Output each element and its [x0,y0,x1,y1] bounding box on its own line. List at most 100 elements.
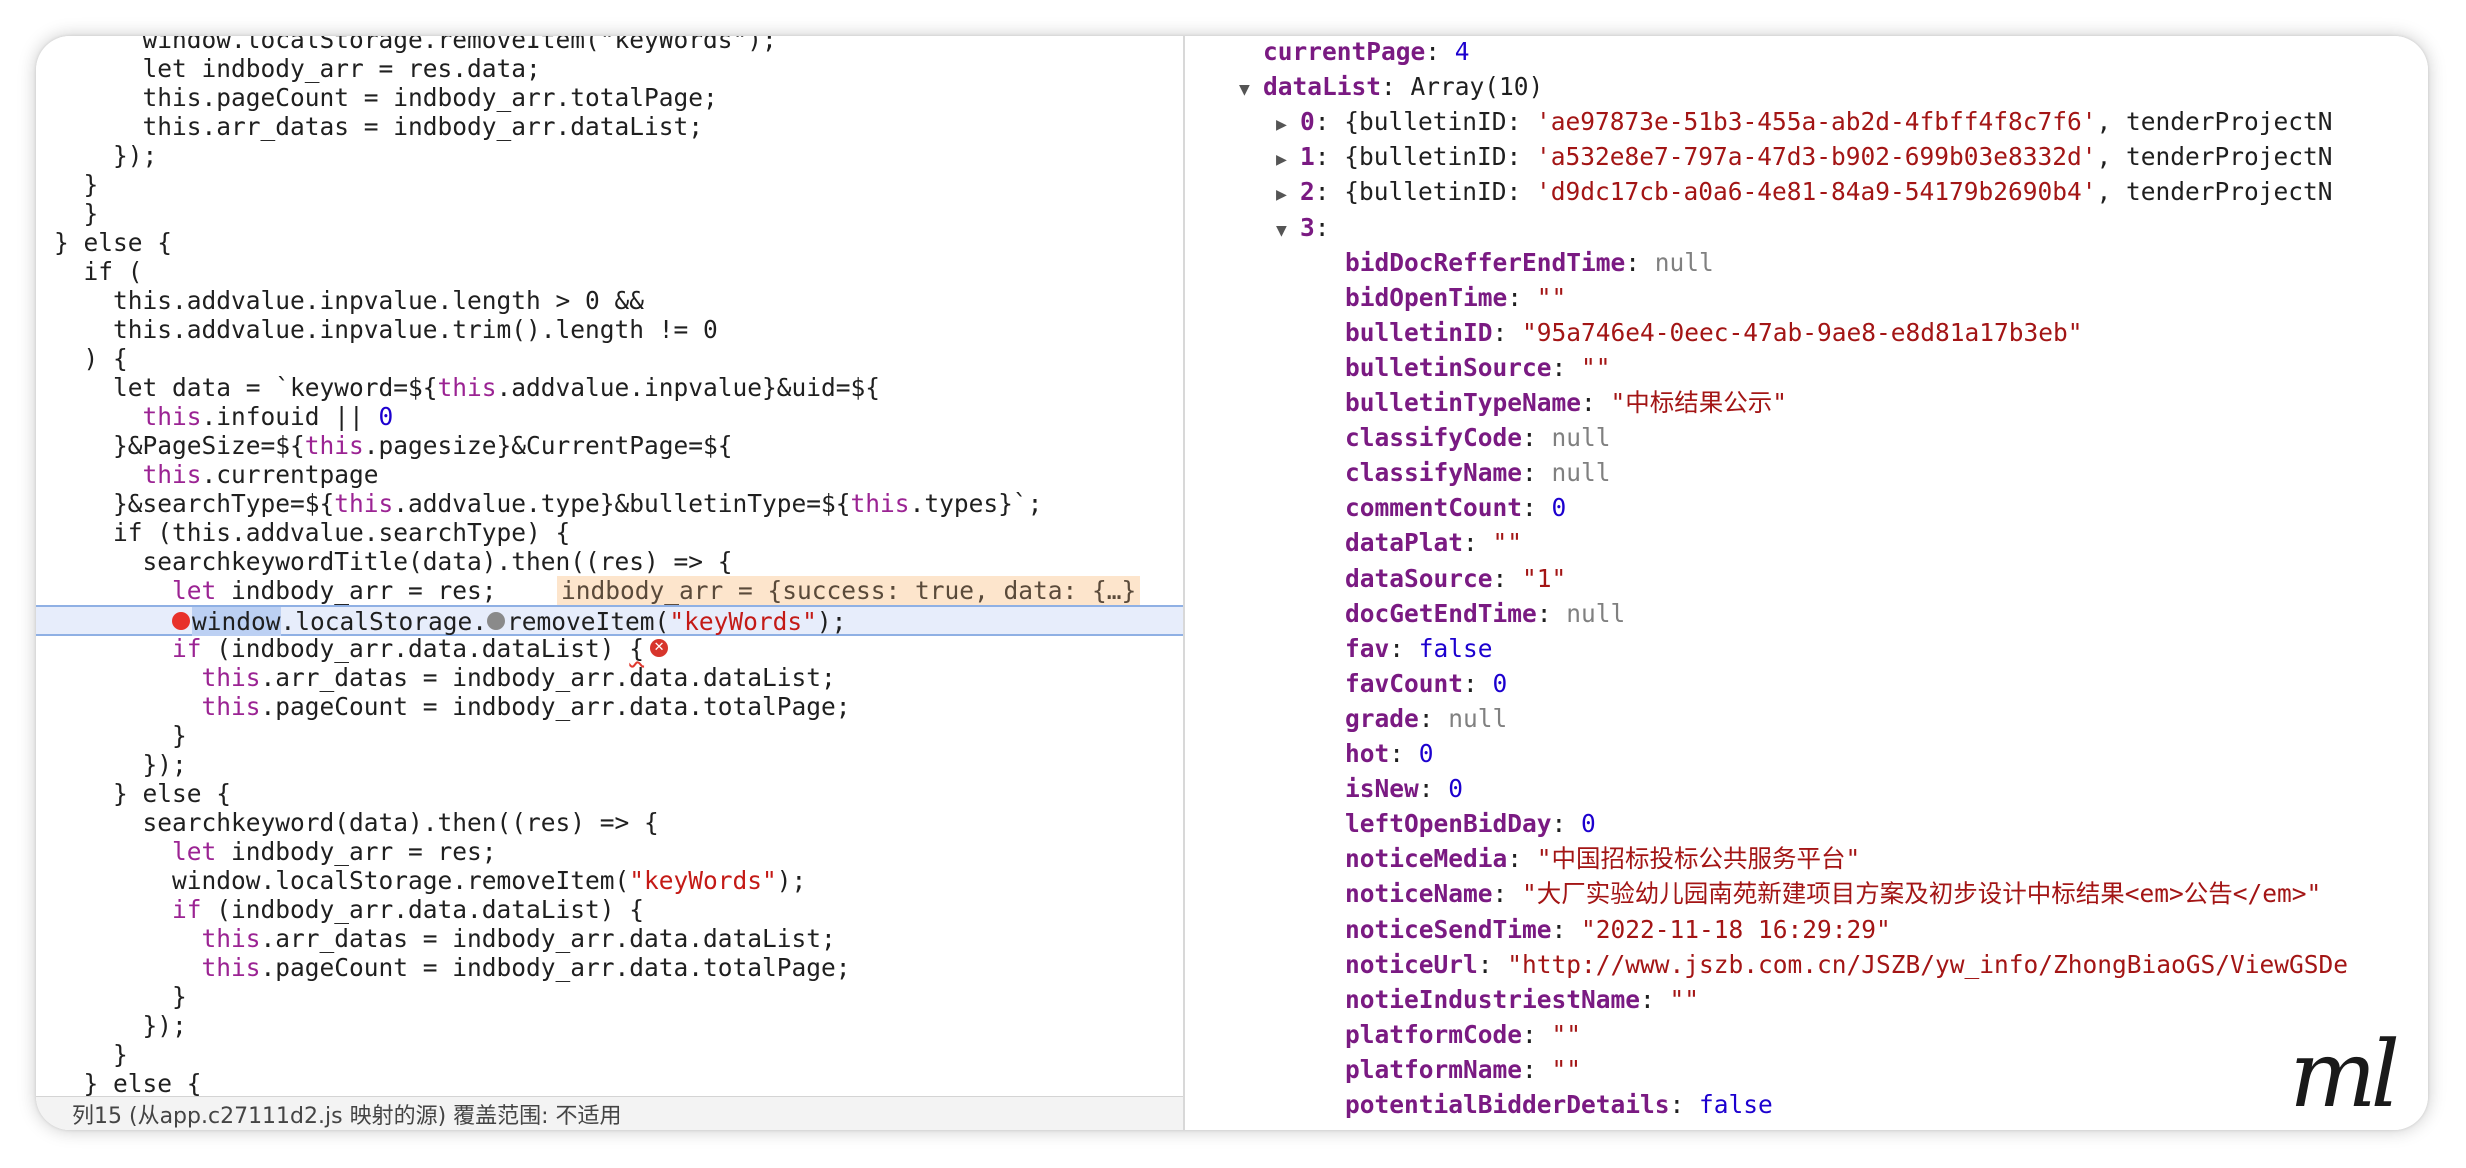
scope-tree-node[interactable]: ▶ 1: {bulletinID: 'a532e8e7-797a-47d3-b90… [1276,139,2333,174]
property-key: 1 [1300,142,1315,171]
code-line[interactable]: if (indbody_arr.data.dataList) {✕ [36,634,1183,663]
code-token: searchkeyword(data).then((res) => { [54,808,659,837]
property-key: bulletinID [1345,318,1493,347]
code-line[interactable]: } [36,721,1183,750]
property-key: 2 [1300,177,1315,206]
error-icon[interactable]: ✕ [650,639,669,657]
code-line[interactable]: let indbody_arr = res.data; [36,54,1183,83]
code-token: ); [816,607,847,636]
code-line[interactable]: }&PageSize=${this.pagesize}&CurrentPage=… [36,431,1183,460]
code-line[interactable]: } [36,170,1183,199]
code-line[interactable]: this.arr_datas = indbody_arr.dataList; [36,112,1183,141]
code-line[interactable]: }); [36,1011,1183,1040]
code-token: (indbody_arr.data.dataList) { [201,895,645,924]
property-key: fav [1345,634,1390,663]
devtools-window: window.localStorage.removeItem("keyWords… [36,36,2428,1130]
code-line[interactable]: this.infouid || 0 [36,402,1183,431]
scope-tree-node[interactable]: ▶ 2: {bulletinID: 'd9dc17cb-a0a6-4e81-84a… [1276,174,2333,209]
property-value: "" [1551,1020,1582,1049]
editor-status-bar: 列15 (从app.c27111d2.js 映射的源) 覆盖范围: 不适用 [36,1096,1183,1130]
code-token: .addvalue.inpvalue}&uid=${ [496,373,881,402]
property-value: 'd9dc17cb-a0a6-4e81-84a9-54179b2690b4' [1536,177,2097,206]
code-line[interactable]: if ( [36,257,1183,286]
property-value: : [1492,564,1523,593]
property-key: bulletinTypeName [1345,388,1582,417]
collapsed-triangle-icon[interactable]: ▶ [1276,177,1300,212]
code-line[interactable]: let indbody_arr = res; indbody_arr = {suc… [36,576,1183,605]
code-line[interactable]: searchkeyword(data).then((res) => { [36,808,1183,837]
inline-breakpoint-icon[interactable] [487,612,506,630]
breakpoint-icon[interactable] [172,612,191,630]
code-line[interactable]: this.pageCount = indbody_arr.totalPage; [36,83,1183,112]
property-value: "" [1581,353,1611,382]
scope-panel[interactable]: currentPage: 4 ▼ dataList: Array(10) ▶ 0: {b… [1185,36,2428,1130]
property-value: 0 [1418,739,1434,768]
code-token: .pageCount = indbody_arr.data.totalPage; [260,692,851,721]
property-key: platformName [1345,1055,1523,1084]
expanded-triangle-icon[interactable]: ▼ [1239,72,1263,107]
collapsed-triangle-icon[interactable]: ▶ [1276,107,1300,142]
code-token: { [629,634,645,663]
scope-property: hot: 0 [1345,736,1434,771]
code-token: searchkeywordTitle(data).then((res) => { [54,547,733,576]
code-line[interactable]: } [36,199,1183,228]
scope-property: noticeMedia: "中国招标投标公共服务平台" [1345,841,1860,876]
code-line[interactable]: this.pageCount = indbody_arr.data.totalP… [36,953,1183,982]
code-line[interactable]: }); [36,750,1183,779]
property-value: : [1314,213,1330,242]
code-token: this.pageCount = indbody_arr.totalPage; [54,83,718,112]
code-line[interactable]: this.arr_datas = indbody_arr.data.dataLi… [36,924,1183,953]
code-token: } [54,170,99,199]
property-value: : [1522,423,1552,452]
scope-property: dataSource: "1" [1345,561,1566,596]
scope-tree-node[interactable]: ▼ 3: [1276,210,1330,245]
code-token: ); [776,866,807,895]
collapsed-triangle-icon[interactable]: ▶ [1276,142,1300,177]
property-key: commentCount [1345,493,1523,522]
code-line[interactable]: this.pageCount = indbody_arr.data.totalP… [36,692,1183,721]
scope-tree-node[interactable]: ▶ 0: {bulletinID: 'ae97873e-51b3-455a-ab2… [1276,104,2333,139]
scope-property: notieIndustriestName: "" [1345,982,1699,1017]
code-line[interactable]: window.localStorage.removeItem("keyWords… [36,866,1183,895]
code-line[interactable]: window.localStorage.removeItem("keyWords… [36,36,1183,54]
expanded-triangle-icon[interactable]: ▼ [1276,213,1300,248]
code-line[interactable]: }&searchType=${this.addvalue.type}&bulle… [36,489,1183,518]
code-line[interactable]: this.arr_datas = indbody_arr.data.dataLi… [36,663,1183,692]
property-key: dataSource [1345,564,1493,593]
code-line[interactable]: if (indbody_arr.data.dataList) { [36,895,1183,924]
code-line[interactable]: } [36,982,1183,1011]
property-key: notieIndustriestName [1345,985,1641,1014]
scope-property: leftOpenBidDay: 0 [1345,806,1596,841]
code-line[interactable]: searchkeywordTitle(data).then((res) => { [36,547,1183,576]
code-line[interactable]: let indbody_arr = res; [36,837,1183,866]
code-line[interactable]: if (this.addvalue.searchType) { [36,518,1183,547]
scope-property: docGetEndTime: null [1345,596,1625,631]
code-line[interactable]: ) { [36,344,1183,373]
source-editor[interactable]: window.localStorage.removeItem("keyWords… [36,36,1183,1130]
code-line[interactable]: let data = `keyword=${this.addvalue.inpv… [36,373,1183,402]
property-key: bulletinSource [1345,353,1552,382]
code-line[interactable]: }); [36,141,1183,170]
code-line[interactable]: this.currentpage [36,460,1183,489]
property-key: noticeUrl [1345,950,1478,979]
inline-value-preview[interactable]: indbody_arr = {success: true, data: {…} [557,576,1141,605]
property-key: dataList [1263,72,1382,101]
code-line[interactable]: } else { [36,228,1183,257]
code-line[interactable]: this.addvalue.inpvalue.trim().length != … [36,315,1183,344]
code-token: } else { [54,1069,202,1098]
scope-tree-node[interactable]: ▼ dataList: Array(10) [1239,69,1543,104]
code-token: .localStorage. [280,607,488,636]
code-token: 0 [378,402,394,431]
code-token: if ( [54,257,143,286]
property-key: potentialBidderDetails [1345,1090,1670,1119]
code-line[interactable]: } [36,1040,1183,1069]
property-key: bidOpenTime [1345,283,1508,312]
code-line[interactable]: } else { [36,1069,1183,1098]
code-line-current[interactable]: window.localStorage. removeItem("keyWords… [36,605,1183,636]
code-line[interactable]: } else { [36,779,1183,808]
code-token: "keyWords" [669,607,817,636]
code-line[interactable]: this.addvalue.inpvalue.length > 0 && [36,286,1183,315]
